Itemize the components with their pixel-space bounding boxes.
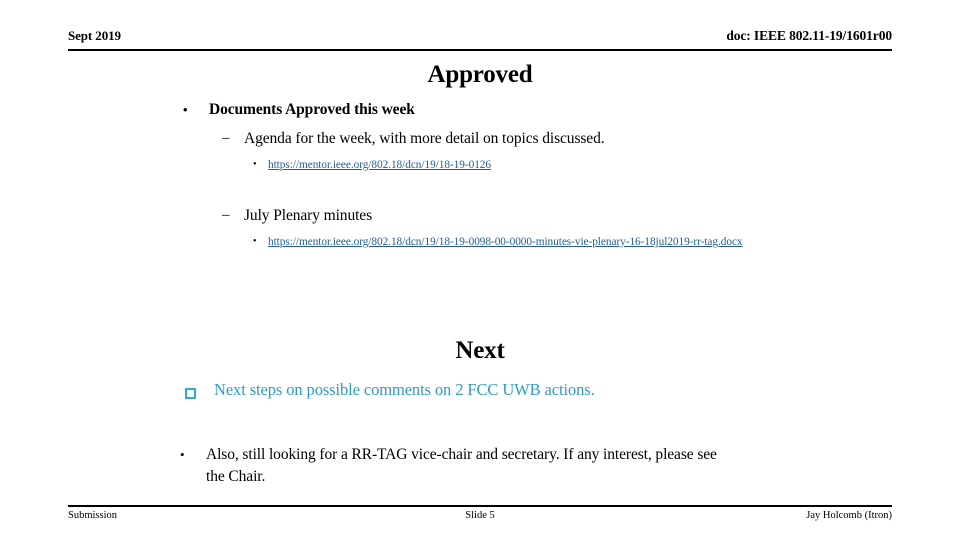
bullet-dot-icon: • (253, 159, 257, 170)
link-item-july-minutes[interactable]: • https://mentor.ieee.org/802.18/dcn/19/… (253, 234, 743, 250)
bullet-documents-approved-label: Documents Approved this week (209, 101, 415, 118)
dash-marker-icon: – (222, 130, 230, 146)
bullet-vice-chair-request-label: Also, still looking for a RR-TAG vice-ch… (206, 446, 717, 485)
dash-marker-icon: – (222, 207, 230, 223)
agenda-document-link[interactable]: https://mentor.ieee.org/802.18/dcn/19/18… (268, 157, 491, 173)
bullet-dot-icon: • (180, 447, 185, 462)
sub-bullet-july-plenary: – July Plenary minutes (222, 205, 372, 226)
footer-divider (68, 505, 892, 507)
bullet-dot-icon: • (253, 236, 257, 247)
bullet-documents-approved: • Documents Approved this week (183, 100, 415, 120)
sub-bullet-agenda-label: Agenda for the week, with more detail on… (244, 130, 605, 147)
header-document-id: doc: IEEE 802.11-19/1601r00 (726, 28, 892, 43)
bullet-vice-chair-request: • Also, still looking for a RR-TAG vice-… (180, 444, 738, 488)
bullet-dot-icon: • (183, 102, 188, 117)
july-minutes-document-link[interactable]: https://mentor.ieee.org/802.18/dcn/19/18… (268, 234, 743, 250)
slide-header: Sept 2019 doc: IEEE 802.11-19/1601r00 (68, 28, 892, 50)
header-date: Sept 2019 (68, 28, 121, 43)
footer-author: Jay Holcomb (Itron) (806, 510, 892, 521)
slide-footer: Submission Slide 5 Jay Holcomb (Itron) (68, 510, 892, 526)
page-title-next: Next (455, 337, 505, 364)
sub-bullet-agenda: – Agenda for the week, with more detail … (222, 128, 605, 149)
header-divider (68, 49, 892, 51)
sub-bullet-july-plenary-label: July Plenary minutes (244, 207, 373, 224)
checkbox-square-icon (184, 379, 214, 401)
page-title-approved: Approved (427, 61, 533, 88)
footer-slide-number: Slide 5 (465, 510, 495, 521)
slide-canvas: Sept 2019 doc: IEEE 802.11-19/1601r00 Ap… (0, 0, 960, 540)
checkbox-bullet-next-steps: Next steps on possible comments on 2 FCC… (184, 379, 595, 401)
link-item-agenda[interactable]: • https://mentor.ieee.org/802.18/dcn/19/… (253, 157, 491, 173)
checkbox-bullet-next-steps-label: Next steps on possible comments on 2 FCC… (214, 380, 595, 399)
